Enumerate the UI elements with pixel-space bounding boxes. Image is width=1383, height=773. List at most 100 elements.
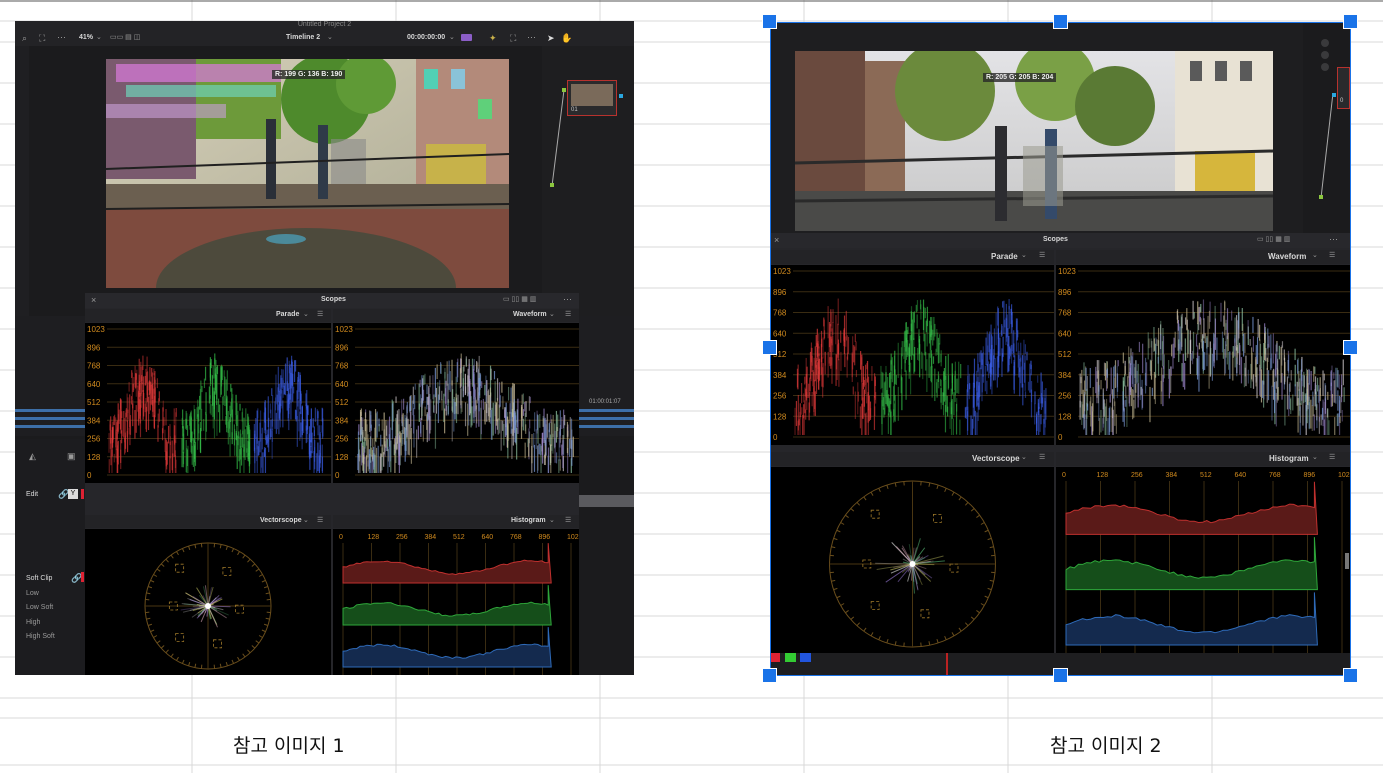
expand-icon[interactable]: ⛶ [510, 33, 516, 44]
histogram-tick-label: 384 [1166, 472, 1178, 479]
close-icon[interactable]: × [774, 235, 779, 245]
expand-icon[interactable]: ⛶ [39, 33, 45, 44]
brush-icon[interactable]: ✦ [489, 33, 497, 44]
timeline-name[interactable]: Timeline 2 [286, 34, 320, 41]
resize-handle-s[interactable] [1053, 668, 1068, 683]
scope-tick-label: 896 [335, 343, 349, 352]
waveform-label[interactable]: Waveform [1268, 252, 1306, 261]
scope-tick-label: 896 [773, 288, 787, 297]
chevron-down-icon[interactable]: ⌄ [1312, 251, 1318, 259]
green-swatch[interactable] [785, 653, 796, 662]
scope-tick-label: 640 [87, 380, 101, 389]
red-swatch[interactable] [771, 653, 780, 662]
scope-tick-label: 896 [87, 343, 101, 352]
scopes-title: Scopes [321, 296, 346, 303]
histogram-label[interactable]: Histogram [1269, 454, 1309, 463]
chevron-down-icon[interactable]: ⌄ [327, 33, 333, 41]
node-connection [1319, 92, 1336, 199]
chevron-down-icon[interactable]: ⌄ [449, 33, 455, 41]
scope-tick-label: 0 [87, 471, 92, 480]
resize-handle-nw[interactable] [762, 14, 777, 29]
viewer-toolbar: ⌕ ⛶ ⋯ 41% ⌄ ▭▭ ▤ ◫ Timeline 2 ⌄ 00:00:00… [15, 30, 634, 46]
chevron-down-icon[interactable]: ⌄ [549, 310, 555, 318]
chevron-down-icon[interactable]: ⌄ [1021, 453, 1027, 461]
histogram-label[interactable]: Histogram [511, 517, 546, 524]
scope-tick-label: 768 [1058, 309, 1072, 318]
histogram-tick-label: 128 [1097, 472, 1109, 479]
playhead [946, 653, 948, 675]
hand-icon[interactable]: ✋ [561, 33, 572, 44]
resize-handle-e[interactable] [1343, 340, 1358, 355]
vectorscope [85, 529, 331, 675]
settings-icon[interactable]: ☰ [317, 516, 323, 524]
side-scrollbar[interactable] [579, 495, 634, 507]
vectorscope-center [909, 561, 916, 567]
settings-icon[interactable]: ☰ [1039, 453, 1045, 461]
settings-icon[interactable]: ☰ [565, 310, 571, 318]
more-icon[interactable]: ⋯ [563, 294, 572, 305]
waveform-label[interactable]: Waveform [513, 311, 547, 318]
histogram-scope: 0 128 256 384 512 640 768 896 1023 [333, 529, 579, 675]
scope-tick-label: 128 [773, 412, 787, 421]
settings-icon[interactable]: ☰ [1329, 453, 1335, 461]
blue-swatch[interactable] [800, 653, 811, 662]
scope-tick-label: 1023 [87, 325, 105, 334]
resize-handle-sw[interactable] [762, 668, 777, 683]
settings-icon[interactable]: ☰ [1329, 251, 1335, 259]
pixel-readout: R: 199 G: 136 B: 190 [272, 70, 346, 79]
scope-tick-label: 256 [1058, 392, 1072, 401]
red-marker [81, 572, 84, 582]
zoom-level[interactable]: 41% [79, 34, 93, 41]
more-icon[interactable]: ⋯ [57, 32, 66, 43]
pointer-icon[interactable]: ➤ [547, 33, 555, 44]
reference-image-1[interactable]: Untitled Project 2 ⌕ ⛶ ⋯ 41% ⌄ ▭▭ ▤ ◫ Ti… [15, 21, 634, 675]
chevron-down-icon[interactable]: ⌄ [1312, 453, 1318, 461]
resize-handle-w[interactable] [762, 340, 777, 355]
viewer-frame [106, 59, 509, 288]
histogram-header: Histogram ⌄ ☰ [333, 515, 579, 528]
vectorscope-label[interactable]: Vectorscope [260, 517, 302, 524]
reference-image-2[interactable]: R: 205 G: 205 B: 204 0 × Scopes ▭ ▯▯ ▦ ▥… [770, 22, 1351, 676]
chevron-down-icon[interactable]: ⌄ [303, 516, 309, 524]
chevron-down-icon[interactable]: ⌄ [96, 33, 102, 41]
y-badge[interactable]: Y [68, 489, 78, 499]
histogram-tick-label: 0 [339, 534, 343, 541]
caption-reference-1: 참고 이미지 1 [233, 735, 345, 757]
vectorscope-label[interactable]: Vectorscope [972, 454, 1020, 463]
node-connection [550, 88, 623, 187]
scopes-titlebar: × Scopes ▭ ▯▯ ▦ ▥ ⋯ [85, 293, 579, 308]
scope-tick-label: 1023 [335, 325, 353, 334]
waveform-header: Waveform ⌄ ☰ [333, 309, 579, 322]
settings-icon[interactable]: ☰ [1039, 251, 1045, 259]
resize-handle-se[interactable] [1343, 668, 1358, 683]
chevron-down-icon[interactable]: ⌄ [303, 310, 309, 318]
scopes-window: × Scopes ▭ ▯▯ ▦ ▥ ⋯ Parade ⌄ ☰ Waveform … [85, 293, 579, 675]
more-icon[interactable]: ⋯ [527, 32, 536, 43]
scope-tick-label: 896 [1058, 288, 1072, 297]
vectorscope [771, 467, 1054, 653]
chevron-down-icon[interactable]: ⌄ [1021, 251, 1027, 259]
resize-handle-ne[interactable] [1343, 14, 1358, 29]
scrollbar-thumb[interactable] [1345, 553, 1349, 569]
window-icon[interactable]: ▣ [67, 451, 76, 462]
timecode[interactable]: 00:00:00:00 [407, 34, 445, 41]
close-icon[interactable]: × [91, 295, 96, 305]
resize-handle-n[interactable] [1053, 14, 1068, 29]
project-title-bar: Untitled Project 2 [15, 21, 634, 30]
layout-icon[interactable]: ▭▭ ▤ ◫ [110, 33, 140, 41]
search-icon[interactable]: ⌕ [22, 33, 27, 44]
histogram-tick-label: 384 [425, 534, 437, 541]
color-wheels-icon[interactable]: ◭ [29, 451, 36, 462]
parade-label[interactable]: Parade [991, 252, 1018, 261]
settings-icon[interactable]: ☰ [317, 310, 323, 318]
chevron-down-icon[interactable]: ⌄ [549, 516, 555, 524]
more-icon[interactable]: ⋯ [1329, 234, 1338, 245]
settings-icon[interactable]: ☰ [565, 516, 571, 524]
layout-icon[interactable]: ▭ ▯▯ ▦ ▥ [503, 295, 536, 303]
node-editor: 01 [542, 46, 634, 316]
parade-label[interactable]: Parade [276, 311, 299, 318]
layout-icon[interactable]: ▭ ▯▯ ▦ ▥ [1257, 235, 1290, 243]
scope-tick-label: 256 [335, 435, 349, 444]
scope-tick-label: 384 [1058, 371, 1072, 380]
output-badge-icon[interactable] [461, 34, 472, 41]
